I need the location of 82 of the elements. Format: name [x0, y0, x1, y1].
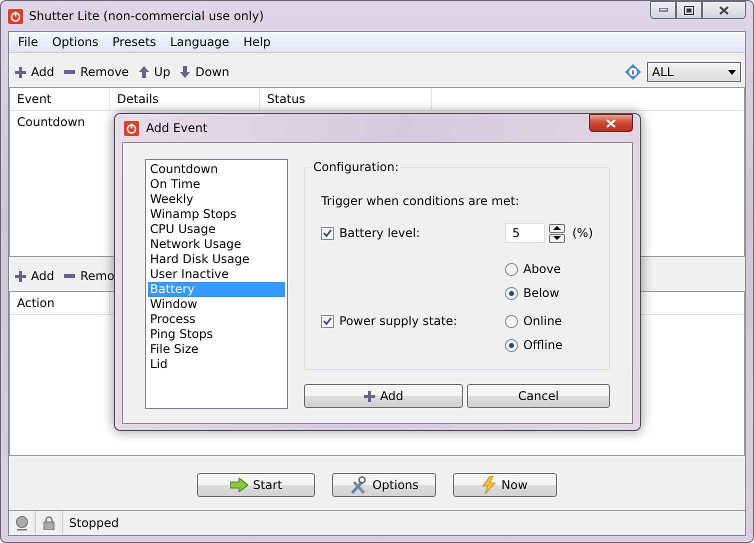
menu-item[interactable]: Presets	[105, 35, 164, 49]
list-item[interactable]: Network Usage	[148, 237, 286, 252]
dialog-button[interactable]: Add	[304, 384, 464, 408]
radio-button[interactable]	[505, 314, 518, 328]
window-title: Shutter Lite (non-commercial use only)	[29, 9, 264, 23]
column-header[interactable]: Action	[10, 292, 110, 314]
radio-option[interactable]: Above	[505, 259, 593, 279]
radio-option[interactable]: Below	[505, 283, 593, 303]
column-header[interactable]: Details	[110, 88, 260, 110]
close-button[interactable]	[589, 114, 633, 132]
checkbox[interactable]	[321, 314, 334, 328]
filter-dropdown[interactable]: ALL	[647, 62, 741, 82]
close-icon	[719, 6, 729, 14]
caret-icon	[728, 70, 736, 74]
table-cell-text: Countdown	[16, 115, 86, 129]
checkbox-label[interactable]: Battery level:	[321, 223, 506, 243]
up-arrow-icon	[138, 66, 149, 78]
toolbar-button[interactable]: Down	[178, 65, 232, 79]
lock-icon	[43, 516, 55, 530]
up-triangle-icon	[553, 226, 562, 230]
list-item[interactable]: Countdown	[148, 162, 286, 177]
action-button[interactable]: Options	[332, 473, 436, 497]
list-item[interactable]: Winamp Stops	[148, 207, 286, 222]
toolbar-button[interactable]: Add	[13, 269, 56, 283]
down-arrow-icon	[180, 66, 190, 78]
list-item[interactable]: Window	[148, 297, 286, 312]
globe-icon	[15, 516, 29, 530]
menu-item[interactable]: File	[11, 35, 46, 49]
minimize-button[interactable]	[650, 1, 676, 19]
power-icon	[124, 120, 139, 136]
radio-button[interactable]	[505, 338, 518, 352]
list-item[interactable]: On Time	[148, 177, 286, 192]
action-button[interactable]: Start	[197, 473, 315, 497]
minimize-icon	[658, 8, 668, 12]
right-arrow-icon	[230, 478, 248, 492]
down-triangle-icon	[553, 236, 562, 240]
list-item[interactable]: Process	[148, 312, 286, 327]
minus-icon	[64, 274, 76, 278]
toolbar-button[interactable]: Up	[136, 65, 172, 79]
group-title: Configuration:	[311, 160, 401, 174]
list-item[interactable]: Weekly	[148, 192, 286, 207]
info-icon	[625, 64, 641, 80]
list-item[interactable]: User Inactive	[148, 267, 286, 282]
toolbar-button[interactable]: Add	[13, 65, 56, 79]
column-header[interactable]: Status	[260, 88, 432, 110]
battery-level-field[interactable]: 5	[505, 223, 546, 243]
column-header[interactable]: Event	[10, 88, 110, 110]
checkbox[interactable]	[321, 226, 334, 240]
power-icon	[8, 8, 23, 24]
list-item[interactable]: File Size	[148, 342, 286, 357]
toolbar-button[interactable]: Remo	[62, 269, 116, 283]
unit-label: (%)	[572, 226, 593, 240]
plus-icon	[364, 390, 376, 402]
dialog-title: Add Event	[146, 121, 208, 135]
radio-button[interactable]	[505, 286, 518, 300]
radio-button[interactable]	[505, 262, 518, 276]
action-button[interactable]: Now	[453, 473, 557, 497]
spin-down-button[interactable]	[549, 234, 566, 242]
menu-item[interactable]: Help	[236, 35, 278, 49]
close-icon	[606, 118, 616, 128]
dialog-button[interactable]: Cancel	[467, 384, 610, 408]
maximize-button[interactable]	[676, 1, 702, 19]
plus-icon	[15, 66, 26, 78]
minus-icon	[64, 70, 76, 74]
status-text: Stopped	[68, 516, 119, 530]
plus-icon	[15, 270, 26, 282]
close-button[interactable]	[702, 1, 746, 19]
list-item[interactable]: Ping Stops	[148, 327, 286, 342]
menu-item[interactable]: Options	[45, 35, 106, 49]
list-item[interactable]: Lid	[148, 357, 286, 372]
list-item[interactable]: Hard Disk Usage	[148, 252, 286, 267]
prompt-text: Trigger when conditions are met:	[321, 194, 520, 208]
spin-up-button[interactable]	[549, 224, 566, 232]
radio-option[interactable]: Online	[505, 311, 563, 331]
checkbox-label[interactable]: Power supply state:	[321, 311, 506, 331]
tools-icon	[349, 476, 368, 494]
radio-option[interactable]: Offline	[505, 335, 563, 355]
lightning-icon	[482, 476, 496, 494]
menu-item[interactable]: Language	[163, 35, 236, 49]
maximize-icon	[684, 6, 694, 14]
toolbar-button[interactable]: Remove	[62, 65, 131, 79]
list-item[interactable]: CPU Usage	[148, 222, 286, 237]
